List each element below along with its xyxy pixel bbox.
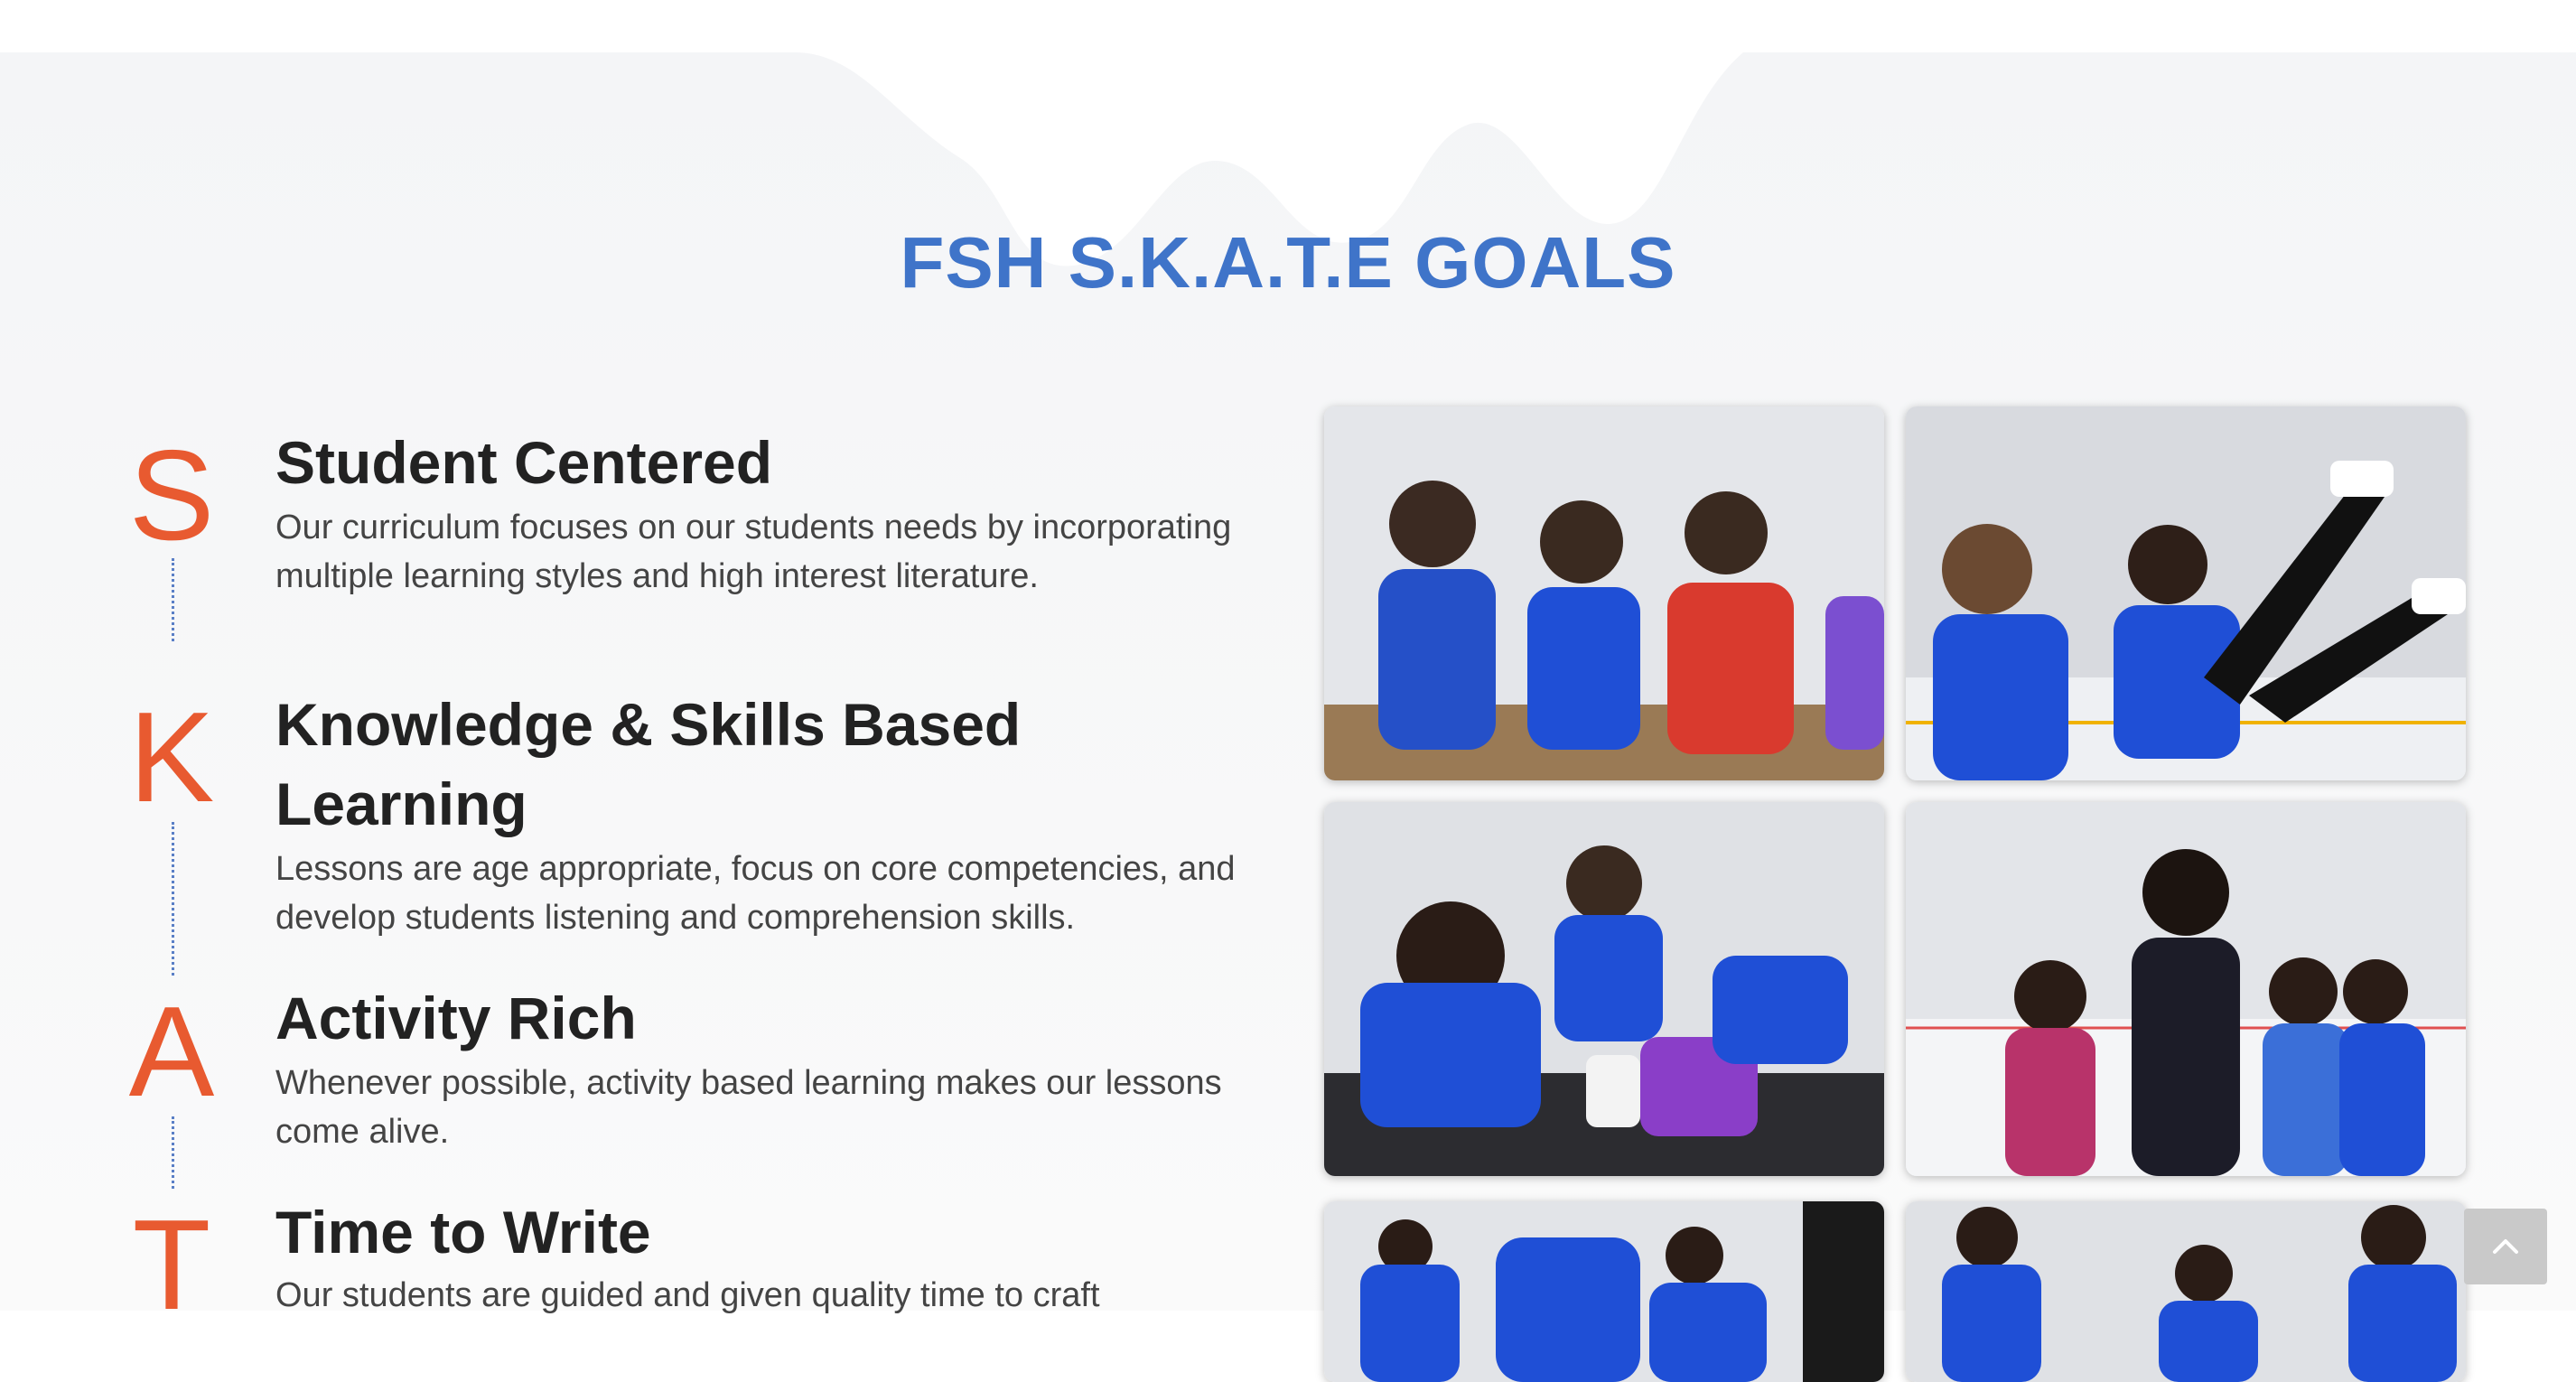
- goal-description: Our curriculum focuses on our students n…: [275, 509, 1232, 595]
- goal-heading: Student Centered: [275, 429, 773, 496]
- goal-connector-line: [172, 558, 174, 641]
- page-title: FSH S.K.A.T.E GOALS: [900, 222, 1676, 303]
- photo-coach-with-students: [1906, 802, 2466, 1176]
- photo-girls-lacing-skates: [1324, 802, 1884, 1176]
- chevron-up-icon: [2493, 1239, 2518, 1254]
- goal-description: Lessons are age appropriate, focus on co…: [275, 850, 1236, 937]
- photo-group-bottom-right: [1906, 1201, 2466, 1382]
- back-to-top-button[interactable]: [2464, 1209, 2547, 1284]
- goal-heading: Activity Rich: [275, 985, 637, 1051]
- goal-letter: A: [128, 980, 215, 1124]
- goal-heading: Time to Write: [275, 1199, 651, 1265]
- goal-connector-line: [172, 1116, 174, 1189]
- goal-letter: K: [128, 686, 215, 829]
- goal-letter: S: [128, 424, 215, 567]
- photo-girls-sitting-bench: [1324, 406, 1884, 780]
- goal-connector-line: [172, 822, 174, 976]
- goal-description: Our students are guided and given qualit…: [275, 1276, 1100, 1314]
- photo-skaters-stretching: [1906, 406, 2466, 780]
- photo-group-bottom-left: [1324, 1201, 1884, 1382]
- goal-description: Whenever possible, activity based learni…: [275, 1064, 1222, 1151]
- goal-heading: Knowledge & Skills Based Learning: [275, 691, 1022, 837]
